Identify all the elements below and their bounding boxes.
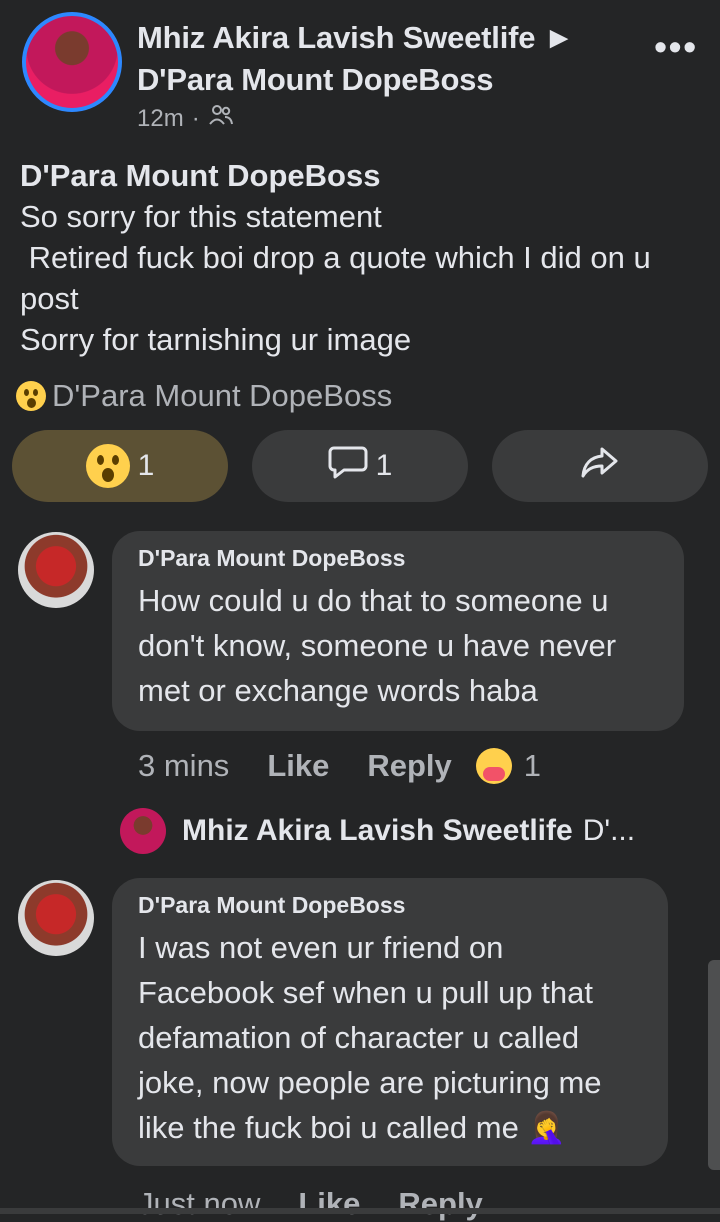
post-author-avatar[interactable] bbox=[22, 12, 122, 112]
post-mention[interactable]: D'Para Mount DopeBoss bbox=[20, 155, 710, 196]
comment-button[interactable]: 1 bbox=[252, 430, 468, 502]
comment-text: I was not even ur friend on Facebook sef… bbox=[138, 930, 602, 1145]
scrollbar[interactable] bbox=[708, 960, 720, 1170]
more-options-button[interactable]: ••• bbox=[654, 26, 698, 68]
comment-time[interactable]: Just now bbox=[138, 1186, 260, 1222]
post-author-name[interactable]: Mhiz Akira Lavish Sweetlife ► bbox=[137, 20, 574, 56]
reply-preview[interactable]: Mhiz Akira Lavish Sweetlife D'... bbox=[120, 808, 635, 854]
reaction-summary-name: D'Para Mount DopeBoss bbox=[52, 378, 393, 413]
post-meta: 12m · bbox=[137, 104, 234, 133]
meta-separator: · bbox=[191, 104, 200, 132]
bottom-divider bbox=[0, 1208, 720, 1214]
reaction-count: 1 bbox=[137, 449, 155, 482]
comment-icon bbox=[328, 444, 368, 488]
reply-author-name: Mhiz Akira Lavish Sweetlife bbox=[182, 814, 573, 847]
commenter-name[interactable]: D'Para Mount DopeBoss bbox=[138, 545, 658, 572]
comment-reply-button[interactable]: Reply bbox=[398, 1186, 482, 1222]
comment-bubble[interactable]: D'Para Mount DopeBoss How could u do tha… bbox=[112, 531, 684, 731]
comment-meta: Just now Like Reply bbox=[138, 1186, 483, 1222]
comment-text: How could u do that to someone u don't k… bbox=[138, 583, 617, 708]
post-line: So sorry for this statement bbox=[20, 199, 382, 234]
commenter-avatar[interactable] bbox=[18, 532, 94, 608]
post-line: Retired fuck boi drop a quote which I di… bbox=[20, 240, 660, 316]
comment-count: 1 bbox=[375, 449, 393, 482]
comment-reply-button[interactable]: Reply bbox=[367, 748, 451, 784]
wow-reaction-icon bbox=[16, 381, 46, 411]
reply-snippet: D'... bbox=[582, 814, 636, 847]
comment-time[interactable]: 3 mins bbox=[138, 748, 229, 784]
react-button[interactable]: 1 bbox=[12, 430, 228, 502]
friends-icon bbox=[208, 104, 234, 133]
reaction-summary[interactable]: D'Para Mount DopeBoss bbox=[16, 378, 392, 414]
share-icon bbox=[580, 445, 620, 487]
comment-reaction-count: 1 bbox=[523, 748, 542, 783]
post-time[interactable]: 12m bbox=[137, 105, 184, 133]
comment-like-button[interactable]: Like bbox=[298, 1186, 360, 1222]
post-target-name[interactable]: D'Para Mount DopeBoss bbox=[137, 62, 493, 98]
share-button[interactable] bbox=[492, 430, 708, 502]
comment-meta: 3 mins Like Reply 1 bbox=[138, 748, 541, 784]
care-reaction-icon bbox=[475, 748, 512, 784]
comment-bubble[interactable]: D'Para Mount DopeBoss I was not even ur … bbox=[112, 878, 668, 1166]
comment-like-button[interactable]: Like bbox=[267, 748, 329, 784]
reply-author-avatar bbox=[120, 808, 166, 854]
post-body: D'Para Mount DopeBoss So sorry for this … bbox=[20, 155, 710, 360]
wow-reaction-icon bbox=[85, 444, 130, 488]
post-line: Sorry for tarnishing ur image bbox=[20, 322, 412, 357]
commenter-avatar[interactable] bbox=[18, 880, 94, 956]
commenter-name[interactable]: D'Para Mount DopeBoss bbox=[138, 892, 642, 919]
